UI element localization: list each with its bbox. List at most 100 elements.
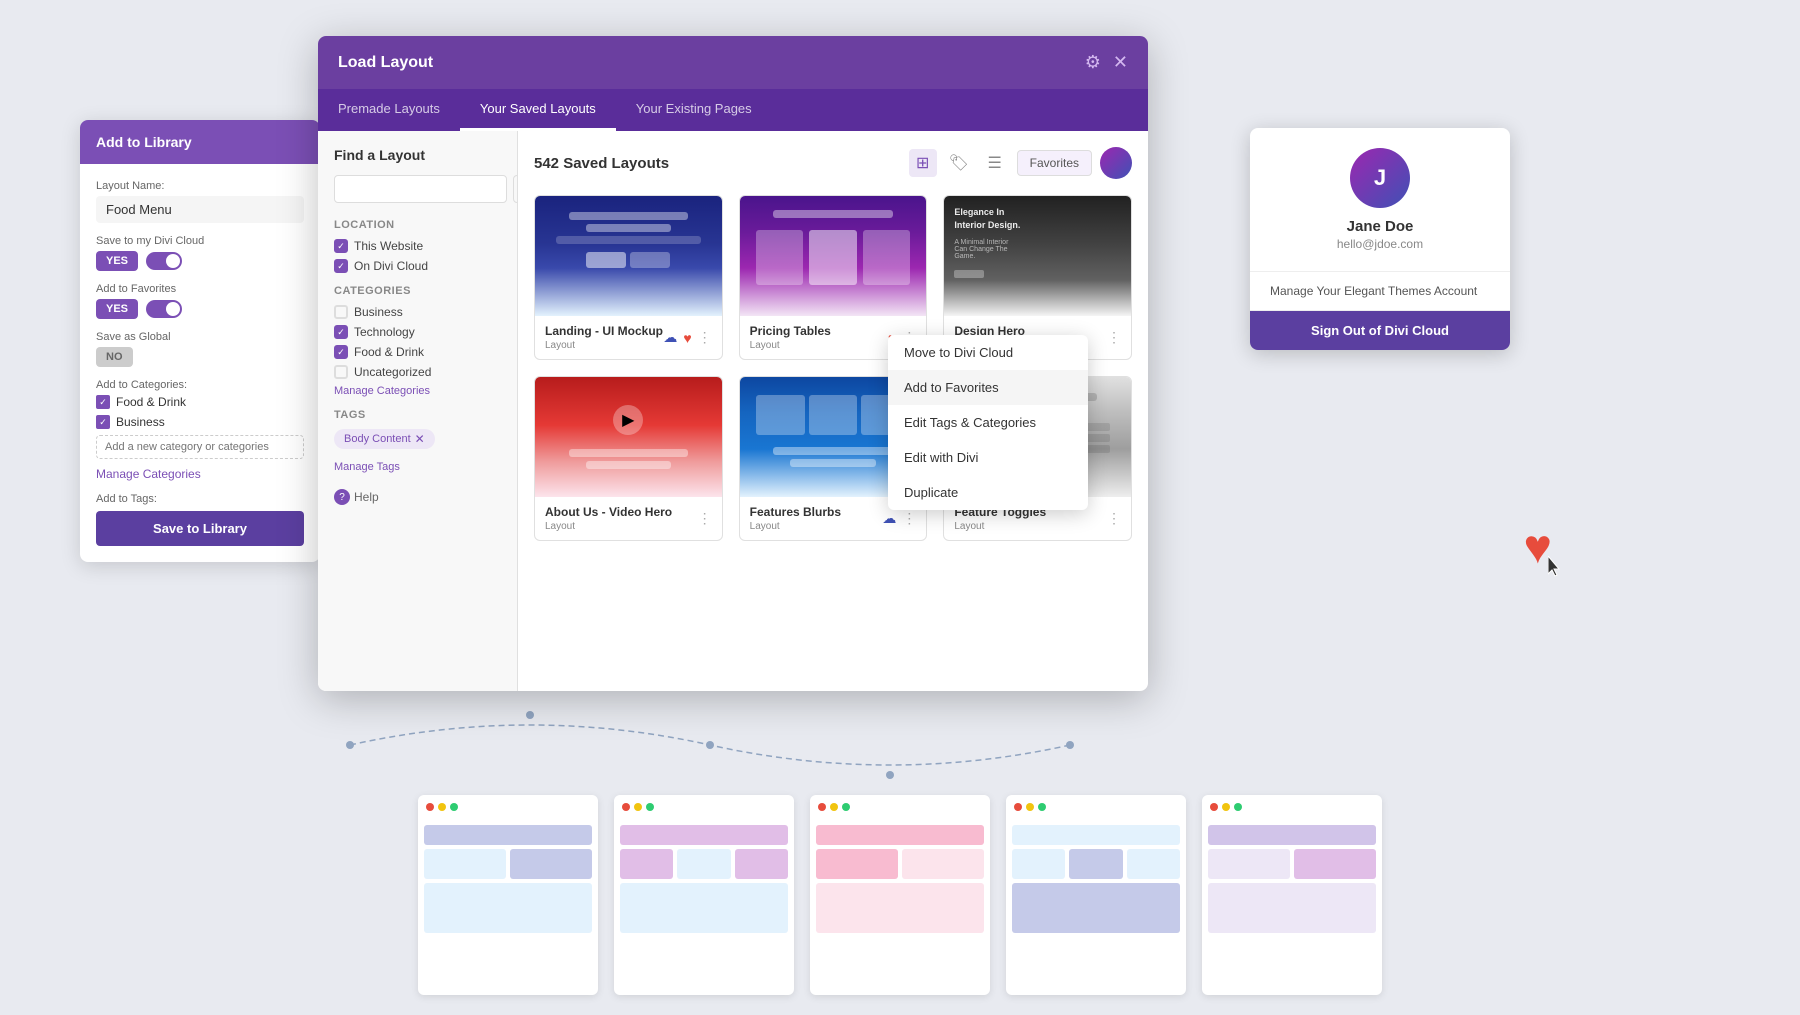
three-dots-6[interactable]: ⋮ [1107,510,1121,527]
cat-technology-check[interactable]: ✓ [334,325,348,339]
bg-thumb-3[interactable] [810,795,990,995]
favorites-button[interactable]: Favorites [1017,150,1092,176]
three-dots-5[interactable]: ⋮ [902,510,916,527]
tags-section-label: Tags [334,409,501,421]
context-duplicate[interactable]: Duplicate [888,475,1088,510]
user-avatar[interactable] [1100,147,1132,179]
list-view-icon[interactable]: ☰ [981,149,1009,177]
manage-categories-link[interactable]: Manage Categories [96,467,304,481]
save-global-no-btn[interactable]: NO [96,347,133,367]
modal-title: Load Layout [338,54,433,72]
context-move-cloud[interactable]: Move to Divi Cloud [888,335,1088,370]
cat-business-label: Business [354,305,403,319]
category-food-check[interactable]: ✓ [96,395,110,409]
cat-business-row: Business [334,305,501,319]
location-divi-cloud-check[interactable]: ✓ [334,259,348,273]
card-actions-6: ⋮ [1107,510,1121,527]
user-dropdown-header: J Jane Doe hello@jdoe.com [1250,128,1510,272]
add-tags-label: Add to Tags: [96,493,304,505]
user-avatar-large: J [1350,148,1410,208]
sign-out-button[interactable]: Sign Out of Divi Cloud [1250,311,1510,350]
user-email: hello@jdoe.com [1337,237,1423,251]
add-favorites-yes-btn[interactable]: YES [96,299,138,319]
add-favorites-toggle[interactable] [146,300,182,318]
card-name-5: Features Blurbs [750,505,841,519]
add-categories-label: Add to Categories: [96,379,304,391]
tab-saved[interactable]: Your Saved Layouts [460,89,616,131]
card-name-2: Pricing Tables [750,324,831,338]
context-edit-tags[interactable]: Edit Tags & Categories [888,405,1088,440]
add-favorites-toggle-row: YES [96,299,304,319]
save-cloud-toggle-row: YES [96,251,304,271]
connector-lines [260,705,1160,785]
context-edit-divi[interactable]: Edit with Divi [888,440,1088,475]
sidebar-header: Add to Library [80,120,320,164]
category-business-check[interactable]: ✓ [96,415,110,429]
three-dots-1[interactable]: ⋮ [698,329,712,346]
settings-icon[interactable]: ⚙ [1085,52,1101,73]
save-global-label: Save as Global [96,331,304,343]
help-icon[interactable]: ? [334,489,350,505]
cat-uncategorized-check[interactable] [334,365,348,379]
three-dots-4[interactable]: ⋮ [698,510,712,527]
card-info-1: Landing - UI Mockup Layout ☁ ♥ ⋮ [535,316,722,359]
context-menu: Move to Divi Cloud Add to Favorites Edit… [888,335,1088,510]
cat-technology-label: Technology [354,325,415,339]
search-input[interactable] [334,175,507,203]
cat-uncategorized-row: Uncategorized [334,365,501,379]
cat-business-check[interactable] [334,305,348,319]
three-dots-3[interactable]: ⋮ [1107,329,1121,346]
cat-food-check[interactable]: ✓ [334,345,348,359]
save-cloud-toggle[interactable] [146,252,182,270]
manage-tags-link[interactable]: Manage Tags [334,461,501,473]
close-icon[interactable]: ✕ [1113,52,1128,73]
layout-card-4[interactable]: ▶ About Us - Video Hero Layout ⋮ [534,376,723,541]
card-actions-3: ⋮ [1107,329,1121,346]
bg-thumb-4[interactable] [1006,795,1186,995]
user-manage-link[interactable]: Manage Your Elegant Themes Account [1250,272,1510,311]
bg-thumb-1[interactable] [418,795,598,995]
tag-label: Body Content [344,433,411,445]
search-row: + Filter [334,175,501,203]
sidebar-title: Add to Library [96,134,192,150]
user-name: Jane Doe [1347,218,1414,235]
save-to-library-btn[interactable]: Save to Library [96,511,304,546]
save-cloud-yes-btn[interactable]: YES [96,251,138,271]
layout-name-label: Layout Name: [96,180,304,192]
cat-uncategorized-label: Uncategorized [354,365,431,379]
add-to-library-panel: Add to Library Layout Name: Food Menu Sa… [80,120,320,562]
category-food-label: Food & Drink [116,395,186,409]
bg-thumb-5[interactable] [1202,795,1382,995]
tag-view-icon[interactable]: 🏷 [945,149,973,177]
layout-name-value: Food Menu [96,196,304,223]
view-controls: ⊞ 🏷 ☰ Favorites [909,147,1132,179]
card-type-2: Layout [750,340,831,351]
category-food-row: ✓ Food & Drink [96,395,304,409]
add-category-input[interactable] [96,435,304,459]
card-type-4: Layout [545,521,672,532]
card-thumb-1 [535,196,722,316]
add-favorites-label: Add to Favorites [96,283,304,295]
body-content-tag[interactable]: Body Content ✕ [334,429,435,449]
help-text: Help [354,490,379,504]
tag-remove-icon[interactable]: ✕ [415,432,425,446]
tab-existing[interactable]: Your Existing Pages [616,89,772,131]
card-name-1: Landing - UI Mockup [545,324,663,338]
cloud-icon-5[interactable]: ☁ [882,510,896,527]
heart-icon-1[interactable]: ♥ [683,330,691,346]
card-thumb-4: ▶ [535,377,722,497]
modal-header-actions: ⚙ ✕ [1085,52,1128,73]
cloud-icon-1[interactable]: ☁ [663,329,677,346]
floating-heart[interactable]: ♥ [1524,520,1553,575]
grid-view-icon[interactable]: ⊞ [909,149,937,177]
filter-manage-categories-link[interactable]: Manage Categories [334,385,501,397]
location-this-website-check[interactable]: ✓ [334,239,348,253]
location-divi-cloud-row: ✓ On Divi Cloud [334,259,501,273]
layout-card-1[interactable]: Landing - UI Mockup Layout ☁ ♥ ⋮ [534,195,723,360]
save-cloud-label: Save to my Divi Cloud [96,235,304,247]
background-thumbnails [0,635,1800,1015]
card-actions-4: ⋮ [698,510,712,527]
bg-thumb-2[interactable] [614,795,794,995]
tab-premade[interactable]: Premade Layouts [318,89,460,131]
context-add-favorites[interactable]: Add to Favorites [888,370,1088,405]
